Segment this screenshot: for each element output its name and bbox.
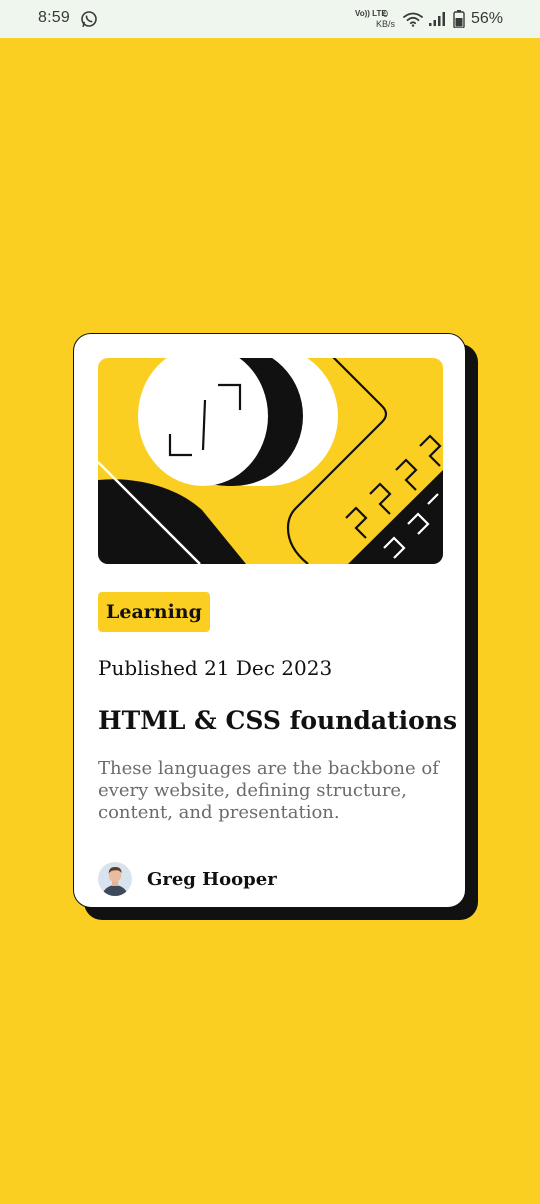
status-bar: 8:59 Vo)) LTE 0 KB/s 56% xyxy=(0,0,540,38)
status-time: 8:59 xyxy=(38,9,70,26)
wifi-icon xyxy=(403,12,423,27)
blog-preview-card: Learning Published 21 Dec 2023 HTML & CS… xyxy=(73,333,466,908)
card-excerpt: These languages are the backbone of ever… xyxy=(98,758,439,823)
signal-icon xyxy=(429,12,445,26)
published-date: Published 21 Dec 2023 xyxy=(98,656,333,680)
hero-illustration-graphic xyxy=(98,358,443,564)
author-avatar xyxy=(98,862,132,896)
battery-percentage: 56% xyxy=(471,10,504,27)
data-speed-unit: KB/s xyxy=(376,19,396,29)
battery-icon xyxy=(453,10,465,28)
card-title[interactable]: HTML & CSS foundations xyxy=(98,706,457,735)
author-info: Greg Hooper xyxy=(98,861,277,897)
data-speed-indicator: 0 KB/s xyxy=(376,9,395,29)
author-name: Greg Hooper xyxy=(147,868,277,890)
whatsapp-icon xyxy=(81,11,97,27)
card-hero-illustration xyxy=(98,358,443,564)
category-tag[interactable]: Learning xyxy=(98,592,210,632)
data-speed-value: 0 xyxy=(383,9,389,19)
